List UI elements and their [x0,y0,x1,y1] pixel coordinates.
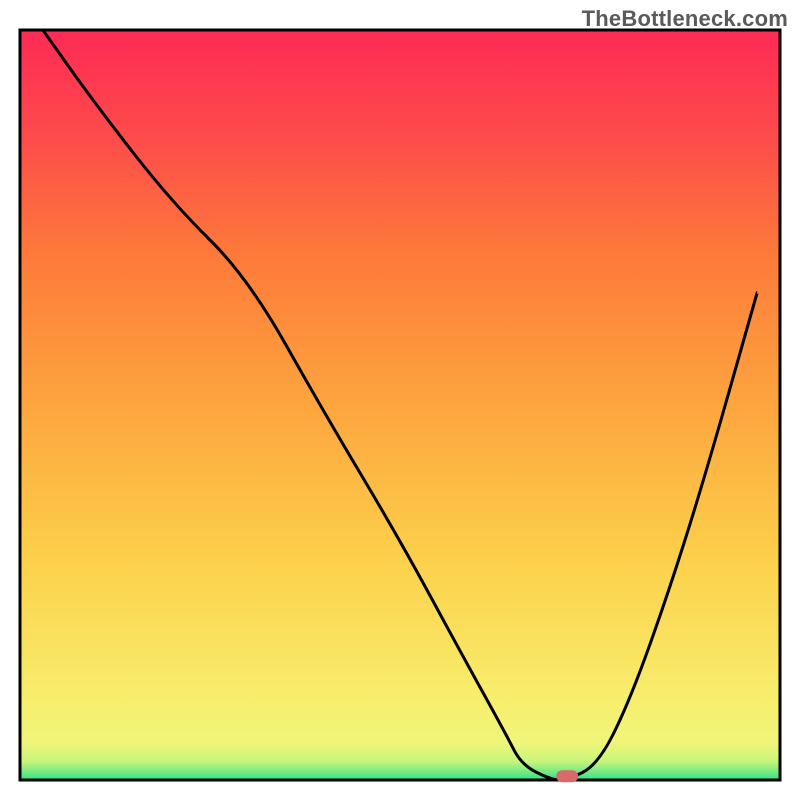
gradient-background [20,30,780,780]
chart-svg [0,0,800,800]
chart-container: TheBottleneck.com [0,0,800,800]
marker-pill [556,770,578,782]
watermark-text: TheBottleneck.com [582,6,788,32]
